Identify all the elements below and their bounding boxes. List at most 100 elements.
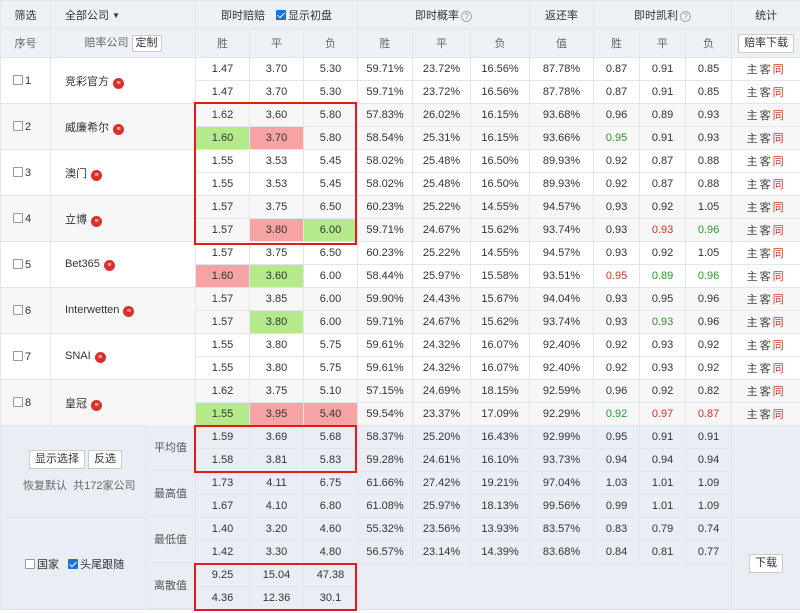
away-link[interactable]: 客 <box>760 87 773 99</box>
away-link[interactable]: 客 <box>760 64 773 76</box>
min-return-rate: 83.68% <box>529 540 595 564</box>
invert-button[interactable]: 反选 <box>88 450 123 469</box>
home-link[interactable]: 主 <box>747 179 760 191</box>
same-link[interactable]: 同 <box>773 363 786 375</box>
away-link[interactable]: 客 <box>760 110 773 122</box>
home-link[interactable]: 主 <box>747 409 760 421</box>
company-select-checkbox[interactable]: 6 <box>0 287 51 334</box>
away-link[interactable]: 客 <box>760 248 773 260</box>
same-link[interactable]: 同 <box>773 179 786 191</box>
home-link[interactable]: 主 <box>747 64 760 76</box>
col-prob-draw: 平 <box>412 28 472 58</box>
same-link[interactable]: 同 <box>773 386 786 398</box>
company-select-checkbox[interactable]: 8 <box>0 379 51 426</box>
filter-header: 筛选 <box>0 0 51 29</box>
away-link[interactable]: 客 <box>760 225 773 237</box>
home-link[interactable]: 主 <box>747 133 760 145</box>
company-select[interactable]: 全部公司 ▼ <box>50 0 196 29</box>
company-select-checkbox[interactable]: 5 <box>0 241 51 288</box>
download-odds-button[interactable]: 赔率下载 <box>738 33 795 53</box>
company-name[interactable]: Bet365 <box>65 258 100 270</box>
company-name[interactable]: 竞彩官方 <box>65 76 109 88</box>
avg-odds-win: 1.58 <box>195 448 250 472</box>
odds-draw: 3.60 <box>249 264 304 288</box>
kelly-draw: 0.87 <box>639 172 687 196</box>
download-button[interactable]: 下载 <box>749 554 784 573</box>
away-link[interactable]: 客 <box>760 317 773 329</box>
company-name[interactable]: 皇冠 <box>65 398 87 410</box>
same-link[interactable]: 同 <box>773 110 786 122</box>
checkbox-icon <box>13 258 23 269</box>
away-link[interactable]: 客 <box>760 363 773 375</box>
restore-default-link[interactable]: 恢复默认 <box>23 480 67 492</box>
company-seq: 7 <box>25 350 32 363</box>
prob-win: 59.54% <box>357 402 414 426</box>
home-link[interactable]: 主 <box>747 317 760 329</box>
home-link[interactable]: 主 <box>747 271 760 283</box>
same-link[interactable]: 同 <box>773 202 786 214</box>
kelly-draw: 0.92 <box>639 379 687 403</box>
red-badge-icon: ≡ <box>91 169 102 181</box>
max-kelly-lose: 1.09 <box>685 494 733 518</box>
same-link[interactable]: 同 <box>773 409 786 421</box>
home-link[interactable]: 主 <box>747 225 760 237</box>
away-link[interactable]: 客 <box>760 386 773 398</box>
max-return-rate: 97.04% <box>529 471 595 495</box>
country-checkbox[interactable]: 国家 <box>25 558 59 571</box>
company-select-checkbox[interactable]: 2 <box>0 103 51 150</box>
away-link[interactable]: 客 <box>760 409 773 421</box>
company-name[interactable]: 立博 <box>65 214 87 226</box>
home-link[interactable]: 主 <box>747 248 760 260</box>
away-link[interactable]: 客 <box>760 271 773 283</box>
same-link[interactable]: 同 <box>773 294 786 306</box>
help-icon[interactable]: ? <box>461 10 473 22</box>
home-link[interactable]: 主 <box>747 110 760 122</box>
prob-lose: 16.07% <box>470 333 531 357</box>
home-link[interactable]: 主 <box>747 294 760 306</box>
same-link[interactable]: 同 <box>773 87 786 99</box>
kelly-lose: 0.96 <box>685 264 733 288</box>
home-link[interactable]: 主 <box>747 202 760 214</box>
away-link[interactable]: 客 <box>760 202 773 214</box>
company-select-checkbox[interactable]: 7 <box>0 333 51 380</box>
same-link[interactable]: 同 <box>773 156 786 168</box>
customize-button[interactable]: 定制 <box>131 35 162 52</box>
var-odds-win: 4.36 <box>195 586 250 610</box>
away-link[interactable]: 客 <box>760 340 773 352</box>
kelly-draw: 0.93 <box>639 356 687 380</box>
prob-win: 58.02% <box>357 172 414 196</box>
company-name[interactable]: SNAI <box>65 350 91 362</box>
same-link[interactable]: 同 <box>773 133 786 145</box>
home-link[interactable]: 主 <box>747 363 760 375</box>
col-prob-lose: 负 <box>470 28 531 58</box>
company-name[interactable]: Interwetten <box>65 304 119 316</box>
company-name[interactable]: 威廉希尔 <box>65 122 109 134</box>
away-link[interactable]: 客 <box>760 156 773 168</box>
home-link[interactable]: 主 <box>747 340 760 352</box>
same-link[interactable]: 同 <box>773 317 786 329</box>
company-name[interactable]: 澳门 <box>65 168 87 180</box>
away-link[interactable]: 客 <box>760 294 773 306</box>
zkt-links: 主客同 <box>731 195 800 219</box>
home-link[interactable]: 主 <box>747 87 760 99</box>
same-link[interactable]: 同 <box>773 225 786 237</box>
head-tail-checkbox[interactable]: 头尾跟随 <box>68 558 124 571</box>
away-link[interactable]: 客 <box>760 179 773 191</box>
same-link[interactable]: 同 <box>773 248 786 260</box>
instant-kelly-header: 即时凯利? <box>593 0 733 29</box>
away-link[interactable]: 客 <box>760 133 773 145</box>
same-link[interactable]: 同 <box>773 340 786 352</box>
kelly-lose: 0.87 <box>685 402 733 426</box>
company-select-checkbox[interactable]: 1 <box>0 57 51 104</box>
show-initial-toggle[interactable]: 显示初盘 <box>276 9 332 22</box>
kelly-win: 0.92 <box>593 172 641 196</box>
home-link[interactable]: 主 <box>747 156 760 168</box>
company-select-checkbox[interactable]: 4 <box>0 195 51 242</box>
company-select-checkbox[interactable]: 3 <box>0 149 51 196</box>
same-link[interactable]: 同 <box>773 271 786 283</box>
show-selected-button[interactable]: 显示选择 <box>29 450 85 469</box>
help-icon[interactable]: ? <box>680 10 692 22</box>
same-link[interactable]: 同 <box>773 64 786 76</box>
home-link[interactable]: 主 <box>747 386 760 398</box>
kelly-lose: 0.88 <box>685 172 733 196</box>
